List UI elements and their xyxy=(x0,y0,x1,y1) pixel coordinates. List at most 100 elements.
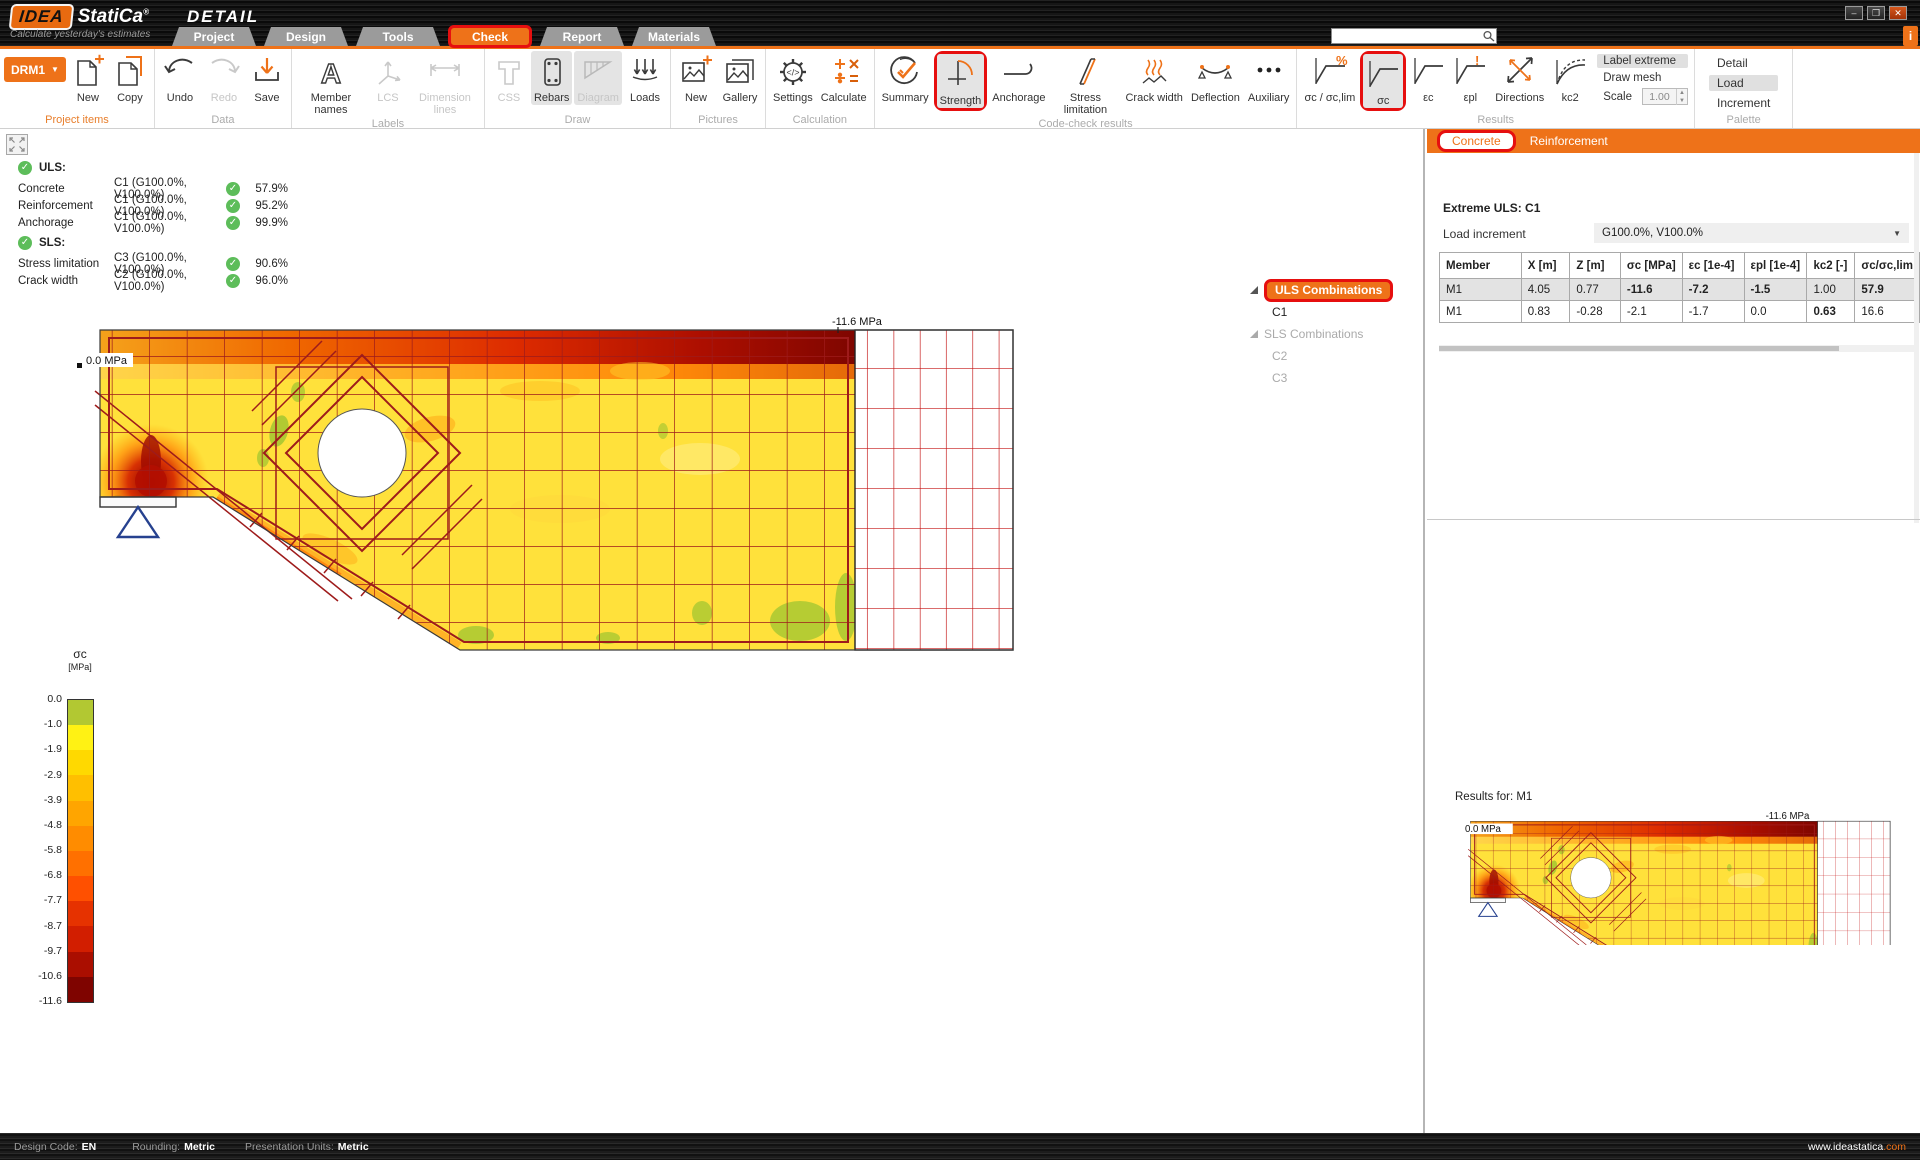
redo-button[interactable]: Redo xyxy=(203,51,245,105)
panel-divider xyxy=(1427,519,1920,520)
svg-text:%: % xyxy=(1336,54,1348,68)
tree-item-sls-combinations[interactable]: SLS Combinations xyxy=(1250,323,1425,345)
ribbon-group-project-items: DRM1▼ New Copy Project items xyxy=(0,49,155,128)
stress-ratio-curve-icon: % xyxy=(1311,52,1349,90)
tree-item-c3[interactable]: C3 xyxy=(1250,367,1425,389)
info-badge-icon[interactable]: i xyxy=(1903,26,1918,46)
search-box[interactable] xyxy=(1331,28,1497,44)
chevron-down-icon: ▼ xyxy=(51,65,59,74)
tab-project[interactable]: Project xyxy=(172,27,256,46)
letter-a-icon: A xyxy=(314,52,348,90)
sigma-ratio-button[interactable]: % σc / σc,lim xyxy=(1301,51,1358,105)
ribbon-group-pictures: New Gallery Pictures xyxy=(671,49,766,128)
table-row[interactable]: M1 0.83 -0.28 -2.1 -1.7 0.0 0.63 16.6 xyxy=(1440,301,1920,323)
new-file-icon xyxy=(71,52,105,90)
website-link[interactable]: www.ideastatica.com xyxy=(1808,1141,1906,1153)
palette-detail-option[interactable]: Detail xyxy=(1709,55,1778,71)
mini-stress-plot[interactable]: -11.6 MPa 0.0 MPa xyxy=(1453,805,1915,945)
diagram-button[interactable]: Diagram xyxy=(574,51,622,105)
tab-tools[interactable]: Tools xyxy=(356,27,440,46)
directions-button[interactable]: Directions xyxy=(1492,51,1547,105)
dimension-lines-button[interactable]: Dimension lines xyxy=(410,51,480,117)
tree-expand-icon[interactable] xyxy=(1250,286,1258,294)
crack-width-button[interactable]: Crack width xyxy=(1122,51,1185,105)
tree-item-uls-combinations[interactable]: ULS Combinations xyxy=(1250,279,1425,301)
css-button[interactable]: CSS xyxy=(489,51,529,105)
member-opening xyxy=(318,409,406,497)
loads-button[interactable]: Loads xyxy=(624,51,666,105)
strength-button[interactable]: Strength xyxy=(937,54,985,108)
deflection-icon xyxy=(1195,52,1235,90)
deflection-button[interactable]: Deflection xyxy=(1188,51,1243,105)
idea-logo: IDEA xyxy=(9,4,74,30)
settings-button[interactable]: </> Settings xyxy=(770,51,816,105)
table-row[interactable]: M1 4.05 0.77 -11.6 -7.2 -1.5 1.00 57.9 xyxy=(1440,279,1920,301)
svg-text:</>: </> xyxy=(786,68,799,78)
sigma-c-button[interactable]: σc xyxy=(1363,54,1403,108)
diagram-icon xyxy=(580,52,616,90)
anchorage-button[interactable]: Anchorage xyxy=(989,51,1048,105)
minimize-button[interactable]: – xyxy=(1845,6,1863,20)
support-triangle xyxy=(118,507,158,537)
tab-materials[interactable]: Materials xyxy=(632,27,716,46)
results-table: Member X [m] Z [m] σc [MPa] εc [1e-4] εp… xyxy=(1439,252,1920,323)
strength-highlight: Strength xyxy=(934,51,988,111)
tree-expand-icon[interactable] xyxy=(1250,330,1258,338)
combinations-tree: ULS Combinations C1 SLS Combinations C2 … xyxy=(1250,279,1425,389)
group-label-data: Data xyxy=(159,113,287,128)
load-increment-dropdown[interactable]: G100.0%, V100.0% ▼ xyxy=(1594,223,1909,243)
draw-mesh-toggle[interactable]: Draw mesh xyxy=(1597,71,1688,85)
spinner-arrows-icon[interactable]: ▲▼ xyxy=(1676,89,1687,105)
mini-max-stress-label: -11.6 MPa xyxy=(1766,811,1810,822)
save-button[interactable]: Save xyxy=(247,51,287,105)
tree-item-c1[interactable]: C1 xyxy=(1250,301,1425,323)
close-button[interactable]: ✕ xyxy=(1889,6,1907,20)
image-plus-icon xyxy=(678,52,714,90)
directions-arrows-icon xyxy=(1500,52,1540,90)
gallery-button[interactable]: Gallery xyxy=(719,51,761,105)
member-names-button[interactable]: A Member names xyxy=(296,51,366,117)
strain-curve-icon xyxy=(1411,52,1445,90)
new-picture-button[interactable]: New xyxy=(675,51,717,105)
dimension-icon xyxy=(426,52,464,90)
ribbon-group-calculation: </> Settings Calculate Calculation xyxy=(766,49,875,128)
stress-contour-plot[interactable]: -11.6 MPa 0.0 MPa xyxy=(0,129,1425,1133)
drm1-dropdown[interactable]: DRM1▼ xyxy=(4,57,66,82)
panel-vertical-scrollbar[interactable] xyxy=(1914,153,1919,523)
new-project-item-button[interactable]: New xyxy=(68,51,108,105)
summary-button[interactable]: Summary xyxy=(879,51,932,105)
eps-c-button[interactable]: εc xyxy=(1408,51,1448,105)
search-input[interactable] xyxy=(1332,31,1482,42)
lcs-button[interactable]: LCS xyxy=(368,51,408,105)
eps-pl-button[interactable]: ! εpl xyxy=(1450,51,1490,105)
kc2-curves-icon xyxy=(1552,52,1588,90)
kc2-button[interactable]: kc2 xyxy=(1549,51,1591,105)
rebars-button[interactable]: Rebars xyxy=(531,51,572,105)
results-options: Label extreme Draw mesh Scale 1.00 ▲▼ xyxy=(1593,51,1690,105)
legend-color-bar xyxy=(67,699,94,1003)
scale-spinner[interactable]: 1.00 ▲▼ xyxy=(1642,88,1688,105)
model-canvas[interactable]: ✓ULS: ConcreteC1 (G100.0%, V100.0%) ✓57.… xyxy=(0,129,1425,1133)
palette-load-option[interactable]: Load xyxy=(1709,75,1778,91)
table-horizontal-scrollbar[interactable] xyxy=(1439,345,1916,352)
label-extreme-toggle[interactable]: Label extreme xyxy=(1597,54,1688,68)
ribbon-group-palette: Detail Load Increment Palette xyxy=(1695,49,1793,128)
brand-name: StatiCa® xyxy=(78,6,149,28)
maximize-button[interactable]: ❒ xyxy=(1867,6,1885,20)
tab-design[interactable]: Design xyxy=(264,27,348,46)
tab-reinforcement[interactable]: Reinforcement xyxy=(1530,134,1608,148)
results-for-label: Results for: M1 xyxy=(1455,791,1532,803)
palette-increment-option[interactable]: Increment xyxy=(1709,95,1778,111)
tab-check[interactable]: Check xyxy=(448,25,532,48)
tab-concrete[interactable]: Concrete xyxy=(1437,130,1516,152)
auxiliary-button[interactable]: Auxiliary xyxy=(1245,51,1293,105)
tree-item-c2[interactable]: C2 xyxy=(1250,345,1425,367)
calculate-button[interactable]: Calculate xyxy=(818,51,870,105)
window-controls: – ❒ ✕ xyxy=(1845,6,1907,20)
copy-button[interactable]: Copy xyxy=(110,51,150,105)
undo-button[interactable]: Undo xyxy=(159,51,201,105)
ribbon-group-data: Undo Redo Save Data xyxy=(155,49,292,128)
stress-limitation-button[interactable]: Stress limitation xyxy=(1050,51,1120,117)
tab-report[interactable]: Report xyxy=(540,27,624,46)
legend-unit: [MPa] xyxy=(60,662,100,672)
